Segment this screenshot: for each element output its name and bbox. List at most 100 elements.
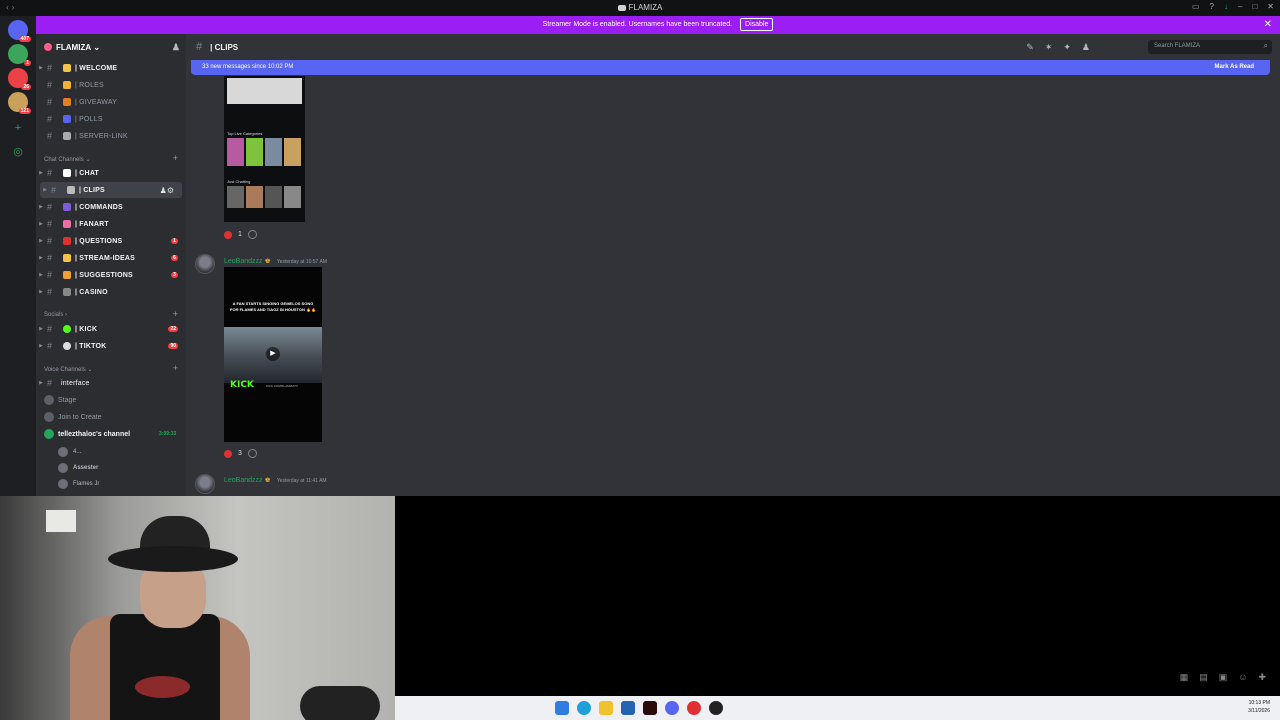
- channel-clips[interactable]: ▶ # | CLIPS ♟⚙: [40, 182, 182, 198]
- channel-settings-icon[interactable]: ♟⚙: [160, 186, 174, 195]
- video-url-text: KICK.COM/FLAMIZATV: [266, 384, 298, 388]
- download-icon[interactable]: ↓: [1224, 2, 1228, 11]
- channel-server-link[interactable]: # | SERVER-LINK: [36, 128, 186, 144]
- overlay-toolbar: ▦ ▤ ▣ ☺ ✚: [1180, 672, 1266, 683]
- voice-channel-tellezthaloc[interactable]: tellezthaloc's channel 3:09:33: [44, 426, 184, 442]
- obs-icon[interactable]: [709, 701, 723, 715]
- channel-commands[interactable]: ▶ # | COMMANDS: [36, 199, 186, 215]
- apps-icon[interactable]: ✚: [1258, 672, 1266, 683]
- reaction-row[interactable]: 3: [224, 447, 257, 460]
- guild-header[interactable]: FLAMIZA ⌄ ♟: [36, 34, 186, 60]
- channel-emoji-icon: [63, 254, 71, 262]
- server-rail: 407 1 26 121 + ◎: [0, 16, 36, 496]
- minimize-button[interactable]: –: [1238, 2, 1242, 11]
- close-banner-icon[interactable]: ✕: [1264, 16, 1272, 34]
- reaction-row[interactable]: 1: [224, 228, 257, 241]
- server-badge: 1: [24, 60, 31, 66]
- clock-time: 10:13 PM: [1248, 700, 1270, 706]
- home-button[interactable]: 407: [8, 20, 31, 42]
- store-icon[interactable]: [621, 701, 635, 715]
- edge-icon[interactable]: [577, 701, 591, 715]
- window-title-text: FLAMIZA: [628, 3, 663, 12]
- attachment-tile: [284, 138, 301, 166]
- channel-interface[interactable]: ▶ # interface: [36, 375, 186, 391]
- category-voice-channels[interactable]: Voice Channels ⌄: [44, 366, 92, 373]
- inbox-icon[interactable]: ▭: [1192, 2, 1200, 11]
- invite-people-icon[interactable]: ♟: [172, 42, 180, 53]
- system-clock[interactable]: 10:13 PM 3/11/2026: [1248, 699, 1270, 715]
- server-icon[interactable]: 26: [8, 68, 31, 90]
- channel-chat[interactable]: ▶ # | CHAT: [36, 165, 186, 181]
- channel-questions[interactable]: ▶ # | QUESTIONS 1: [36, 233, 186, 249]
- avatar[interactable]: [195, 254, 215, 274]
- gif-icon[interactable]: ▤: [1199, 672, 1208, 683]
- message-author[interactable]: LeoBandzzz: [224, 258, 263, 265]
- join-to-create-channel[interactable]: Join to Create: [44, 409, 102, 425]
- channel-casino[interactable]: ▶ # | CASINO: [36, 284, 186, 300]
- server-icon[interactable]: 121: [8, 92, 31, 114]
- message-author[interactable]: LeoBandzzz: [224, 477, 263, 484]
- channel-welcome[interactable]: ▶ # | WELCOME: [36, 60, 186, 76]
- emoji-icon[interactable]: ☺: [1238, 672, 1247, 683]
- channel-label: | GIVEAWAY: [75, 98, 118, 106]
- webcam-person-shirt: [110, 614, 220, 720]
- add-server-icon[interactable]: +: [12, 122, 24, 134]
- avatar[interactable]: [195, 474, 215, 494]
- category-chat-channels[interactable]: Chat Channels ⌄: [44, 156, 90, 163]
- channel-roles[interactable]: # | ROLES: [36, 77, 186, 93]
- voice-user[interactable]: Assester: [58, 461, 98, 475]
- search-input[interactable]: Search FLAMIZA ⌕: [1148, 40, 1272, 54]
- channel-suggestions[interactable]: ▶ # | SUGGESTIONS 3: [36, 267, 186, 283]
- discord-icon[interactable]: [665, 701, 679, 715]
- play-icon[interactable]: ▶: [266, 347, 280, 361]
- banner-text: Streamer Mode is enabled. Usernames have…: [542, 21, 733, 28]
- channel-label: | POLLS: [75, 115, 103, 123]
- category-socials[interactable]: Socials ›: [44, 312, 67, 318]
- add-reaction-icon[interactable]: [247, 230, 257, 239]
- channel-stream-ideas[interactable]: ▶ # | STREAM-IDEAS 6: [36, 250, 186, 266]
- message-video-attachment[interactable]: A FAN STARTS SINGING GEMELOS SONG FOR FL…: [224, 267, 322, 442]
- close-window-button[interactable]: ✕: [1267, 2, 1274, 11]
- message-image-attachment[interactable]: Top Live Categories Just Chatting: [224, 76, 305, 222]
- gift-icon[interactable]: ▦: [1180, 672, 1189, 683]
- add-reaction-icon[interactable]: [247, 449, 257, 458]
- hash-icon: #: [47, 80, 53, 90]
- unread-arrow-icon: ▶: [39, 380, 43, 386]
- mark-as-read-button[interactable]: Mark As Read: [1215, 60, 1254, 75]
- server-icon[interactable]: 1: [8, 44, 31, 66]
- member-list-icon[interactable]: ♟: [1082, 42, 1090, 53]
- new-messages-bar[interactable]: 33 new messages since 10:02 PM Mark As Re…: [191, 60, 1270, 75]
- create-channel-icon[interactable]: +: [173, 363, 178, 373]
- voice-user[interactable]: 4...: [58, 445, 81, 459]
- disable-streamer-mode-button[interactable]: Disable: [740, 18, 774, 31]
- voice-user[interactable]: Flames Jr: [58, 477, 99, 491]
- create-channel-icon[interactable]: +: [173, 309, 178, 319]
- window-titlebar: ‹ › FLAMIZA ▭ ? ↓ – □ ✕: [0, 0, 1280, 16]
- window-title: FLAMIZA: [0, 3, 1280, 12]
- stage-channel[interactable]: Stage: [44, 392, 76, 408]
- channel-giveaway[interactable]: # | GIVEAWAY: [36, 94, 186, 110]
- channel-emoji-icon: [63, 342, 71, 350]
- channel-header: # | CLIPS ✎ ✶ ✦ ♟ Search FLAMIZA ⌕: [186, 34, 1280, 60]
- sticker-icon[interactable]: ▣: [1219, 672, 1228, 683]
- hash-icon: #: [196, 41, 203, 53]
- channel-emoji-icon: [63, 115, 71, 123]
- file-explorer-icon[interactable]: [599, 701, 613, 715]
- pin-icon[interactable]: ✦: [1063, 42, 1071, 53]
- maximize-button[interactable]: □: [1252, 2, 1257, 11]
- windows-taskbar: 10:13 PM 3/11/2026: [395, 696, 1280, 720]
- app-icon[interactable]: [687, 701, 701, 715]
- channel-kick[interactable]: ▶ # | KICK 22: [36, 321, 186, 337]
- threads-icon[interactable]: ✎: [1026, 42, 1034, 53]
- unread-arrow-icon: ▶: [39, 65, 43, 71]
- app-icon[interactable]: [643, 701, 657, 715]
- channel-tiktok[interactable]: ▶ # | TIKTOK 90: [36, 338, 186, 354]
- channel-fanart[interactable]: ▶ # | FANART: [36, 216, 186, 232]
- channel-emoji-icon: [63, 288, 71, 296]
- discover-icon[interactable]: ◎: [12, 146, 24, 158]
- help-icon[interactable]: ?: [1210, 2, 1214, 11]
- start-menu-icon[interactable]: [555, 701, 569, 715]
- channel-polls[interactable]: # | POLLS: [36, 111, 186, 127]
- create-channel-icon[interactable]: +: [173, 153, 178, 163]
- notification-bell-icon[interactable]: ✶: [1045, 42, 1053, 53]
